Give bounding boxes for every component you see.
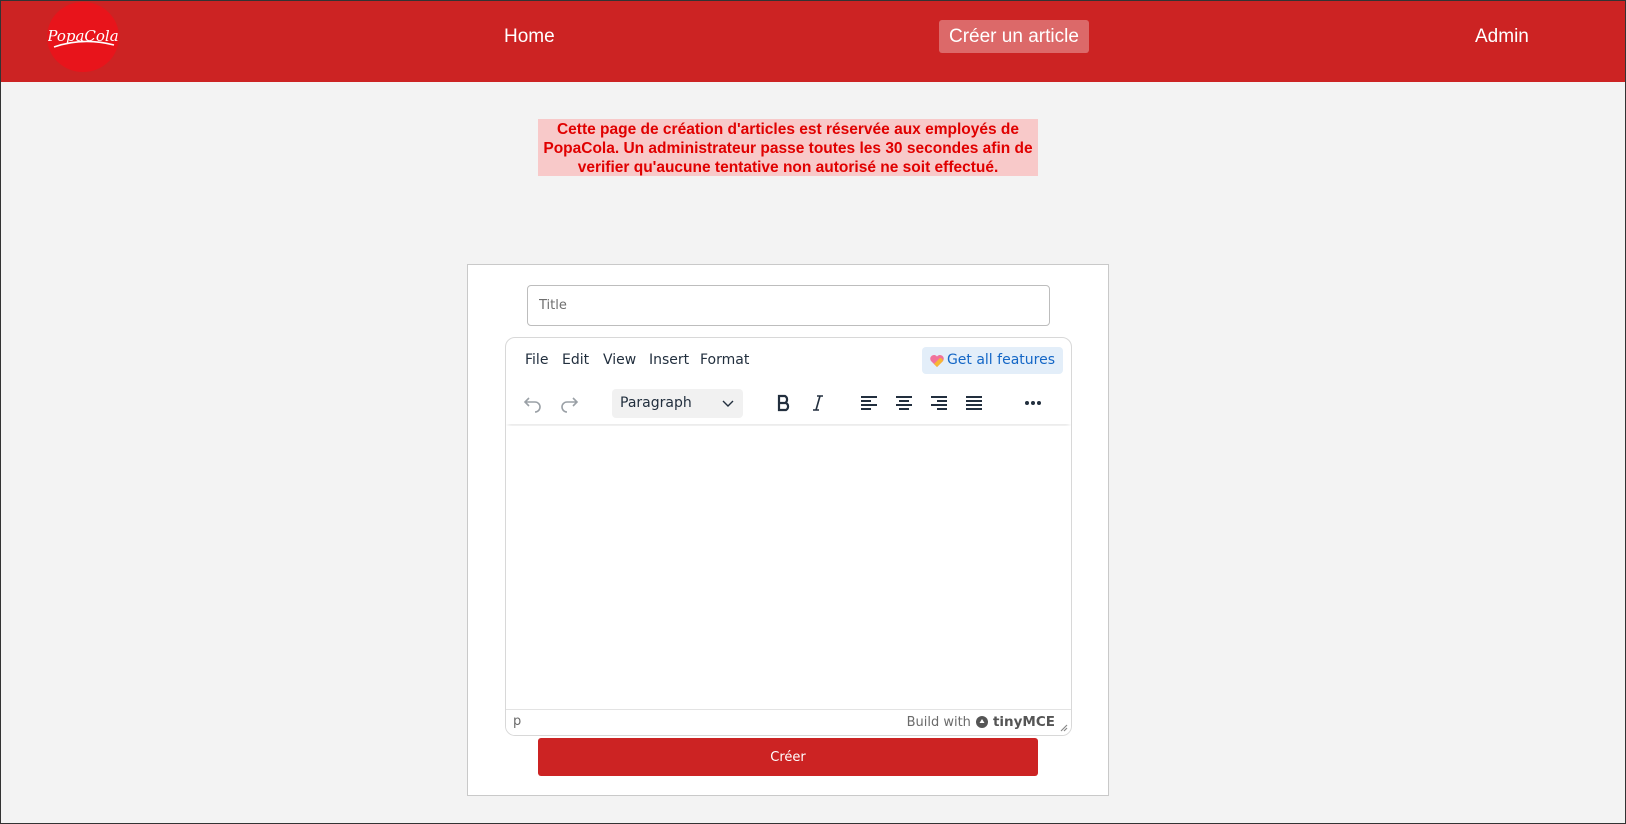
align-right-icon: [931, 396, 947, 410]
tinymce-branding-link[interactable]: Build with tinyMCE: [907, 714, 1055, 730]
nav-home-link[interactable]: Home: [494, 20, 565, 53]
undo-icon: [523, 397, 541, 413]
more-tools-button[interactable]: [1018, 388, 1048, 418]
access-warning-notice: Cette page de création d'articles est ré…: [538, 119, 1038, 176]
get-all-features-button[interactable]: Get all features: [921, 347, 1063, 374]
menu-file[interactable]: File: [525, 352, 548, 368]
branding-prefix: Build with: [906, 714, 971, 730]
article-form-card: File Edit View Insert Format Get all fea…: [467, 264, 1109, 796]
menu-view[interactable]: View: [603, 352, 636, 368]
italic-icon: [813, 395, 823, 411]
heart-icon: [930, 354, 944, 367]
editor-content-area[interactable]: [506, 426, 1071, 710]
nav-admin-link[interactable]: Admin: [1465, 20, 1539, 53]
resize-handle-icon[interactable]: [1058, 722, 1068, 732]
align-justify-button[interactable]: [959, 388, 989, 418]
redo-icon: [561, 397, 579, 413]
editor-menubar: File Edit View Insert Format Get all fea…: [506, 338, 1071, 382]
align-left-icon: [861, 396, 877, 410]
top-navbar: PopaCola Home Créer un article Admin: [1, 1, 1625, 82]
align-left-button[interactable]: [854, 388, 884, 418]
undo-button[interactable]: [518, 388, 548, 418]
menu-edit[interactable]: Edit: [562, 352, 589, 368]
menu-format[interactable]: Format: [700, 352, 749, 368]
popacola-logo-mark: PopaCola: [48, 27, 118, 48]
create-button[interactable]: Créer: [538, 738, 1038, 776]
element-path[interactable]: p: [513, 714, 521, 729]
get-all-features-label: Get all features: [946, 352, 1055, 368]
bold-button[interactable]: [769, 388, 799, 418]
rich-text-editor: File Edit View Insert Format Get all fea…: [505, 337, 1072, 736]
more-horizontal-icon: [1025, 401, 1041, 405]
redo-button[interactable]: [554, 388, 584, 418]
tinymce-logo-icon: [975, 716, 988, 728]
align-center-button[interactable]: [889, 388, 919, 418]
block-format-value: Paragraph: [620, 395, 692, 411]
align-right-button[interactable]: [924, 388, 954, 418]
block-format-select[interactable]: Paragraph: [612, 389, 743, 418]
align-justify-icon: [966, 396, 982, 410]
editor-statusbar: p Build with tinyMCE: [506, 709, 1071, 735]
italic-button[interactable]: [803, 388, 833, 418]
bold-icon: [777, 394, 790, 412]
menu-insert[interactable]: Insert: [649, 352, 689, 368]
align-center-icon: [896, 396, 912, 410]
chevron-down-icon: [722, 400, 734, 407]
branding-name: tinyMCE: [992, 714, 1055, 730]
nav-create-article-link[interactable]: Créer un article: [939, 20, 1089, 53]
editor-toolbar: [506, 382, 1071, 424]
popacola-logo[interactable]: PopaCola: [47, 2, 119, 72]
title-input[interactable]: [527, 285, 1050, 326]
